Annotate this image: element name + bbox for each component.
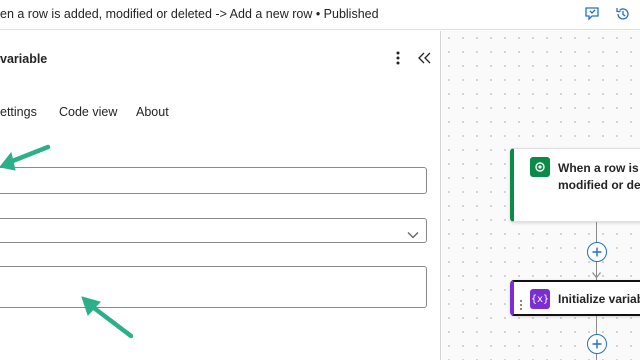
type-dropdown[interactable] [0,218,427,243]
tab-settings[interactable]: ettings [0,105,37,119]
tab-about[interactable]: About [136,105,169,119]
value-input[interactable] [0,267,426,307]
more-options-icon[interactable] [390,49,406,67]
top-bar: en a row is added, modified or deleted -… [0,0,640,30]
name-input[interactable] [0,168,426,193]
tab-code-view[interactable]: Code view [59,105,117,119]
trigger-card[interactable]: When a row is a modified or dele [510,148,640,222]
action-title: Initialize variab [558,292,640,306]
plus-circle-icon-lower[interactable] [587,334,607,354]
value-field[interactable] [0,266,427,308]
variable-icon: {x} [530,289,550,309]
connector-arrowhead [592,272,601,279]
drag-handle-icon[interactable] [519,298,523,316]
action-details-panel: variable ettings Code view About [0,31,441,360]
history-icon[interactable] [613,4,633,24]
type-select[interactable] [0,219,426,242]
chevron-down-icon [407,226,419,244]
initialize-variable-card[interactable]: {x} Initialize variab [510,280,640,316]
flow-title: en a row is added, modified or deleted -… [0,7,379,21]
trigger-title-line2: modified or dele [558,178,640,192]
feedback-icon[interactable] [582,4,602,24]
trigger-title-line1: When a row is a [558,161,640,175]
panel-title: variable [0,52,48,66]
collapse-panel-icon[interactable] [416,49,434,67]
name-field[interactable] [0,167,427,194]
plus-circle-icon[interactable] [587,242,607,262]
dataverse-icon [530,157,550,177]
